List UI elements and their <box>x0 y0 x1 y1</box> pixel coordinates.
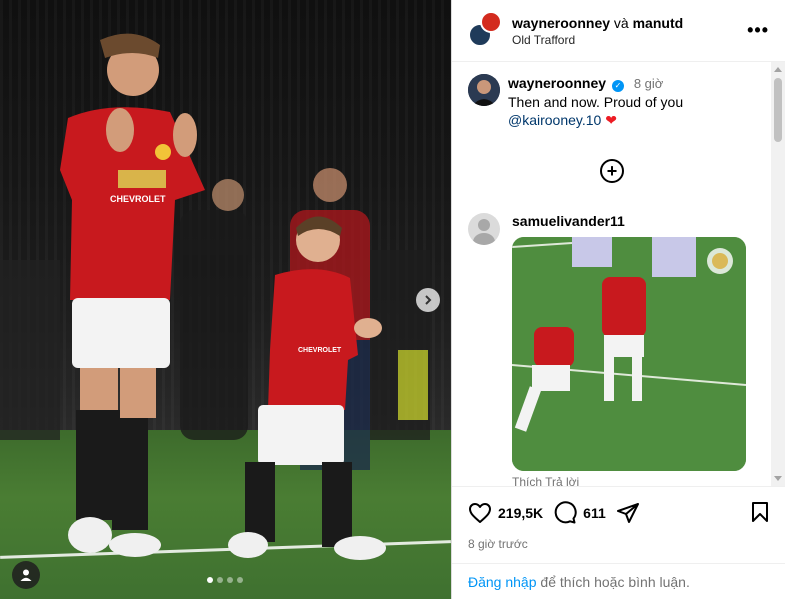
comment-icon <box>554 501 577 524</box>
verified-badge-icon: ✓ <box>611 80 624 92</box>
plus-circle-icon: + <box>606 161 618 181</box>
bookmark-icon <box>752 502 768 522</box>
user-tag-icon <box>20 569 32 581</box>
share-button[interactable] <box>616 501 640 525</box>
posted-time[interactable]: 8 giờ trước <box>468 537 770 551</box>
heart-emoji: ❤ <box>605 112 617 128</box>
more-options-button[interactable]: ••• <box>747 20 769 41</box>
like-count[interactable]: 219,5K <box>498 505 543 521</box>
comment-item: samuelivander11 Thích Trả lời <box>452 197 772 486</box>
scroll-down-icon[interactable] <box>774 476 782 481</box>
post-photo: CHEVROLET CHEVROLET <box>0 33 430 560</box>
carousel-dot <box>227 577 233 583</box>
post-caption: wayneroonney ✓ 8 giờ Then and now. Proud… <box>452 62 772 129</box>
tagged-users-button[interactable] <box>12 561 40 589</box>
post-actions: 219,5K 611 8 giờ trước <box>452 486 785 551</box>
more-horizontal-icon: ••• <box>747 20 769 40</box>
avatar[interactable] <box>468 74 500 106</box>
carousel-indicator <box>207 577 243 583</box>
comment-button[interactable]: 611 <box>553 501 606 525</box>
author-link[interactable]: manutd <box>633 15 684 31</box>
instagram-post-dialog: CHEVROLET CHEVROLET wayneroonney và manu… <box>0 0 785 599</box>
login-link[interactable]: Đăng nhập <box>468 574 537 590</box>
author-link[interactable]: wayneroonney <box>512 15 610 31</box>
comment-username[interactable]: samuelivander11 <box>512 213 746 229</box>
avatar-image <box>468 74 500 106</box>
post-side-panel: wayneroonney và manutd Old Trafford ••• <box>451 0 785 599</box>
post-authors: wayneroonney và manutd <box>512 15 683 31</box>
comment-meta[interactable]: Thích Trả lời <box>512 475 746 486</box>
save-button[interactable] <box>750 501 770 528</box>
share-icon <box>616 503 639 523</box>
scrollbar-thumb[interactable] <box>774 78 782 142</box>
load-more-comments: + <box>452 159 772 183</box>
comment-count[interactable]: 611 <box>583 505 606 521</box>
login-prompt: Đăng nhập để thích hoặc bình luận. <box>452 563 785 599</box>
avatar[interactable] <box>468 213 500 245</box>
carousel-dot <box>237 577 243 583</box>
carousel-next-button[interactable] <box>416 288 440 312</box>
gif-image <box>512 237 746 471</box>
comments-scrollbar[interactable] <box>771 62 785 486</box>
scroll-up-icon[interactable] <box>774 67 782 72</box>
collab-avatars[interactable] <box>468 10 502 47</box>
svg-text:CHEVROLET: CHEVROLET <box>110 194 166 204</box>
comments-list[interactable]: wayneroonney ✓ 8 giờ Then and now. Proud… <box>452 62 772 486</box>
carousel-dot <box>207 577 213 583</box>
caption-text: Then and now. Proud of you <box>508 94 684 110</box>
mention-link[interactable]: @kairooney.10 <box>508 112 601 128</box>
post-header: wayneroonney và manutd Old Trafford ••• <box>452 0 785 62</box>
chevron-right-icon <box>425 295 432 305</box>
load-more-comments-button[interactable]: + <box>600 159 624 183</box>
author-joiner: và <box>613 14 629 31</box>
post-media[interactable]: CHEVROLET CHEVROLET <box>0 0 451 599</box>
svg-text:CHEVROLET: CHEVROLET <box>298 347 342 354</box>
comment-gif[interactable] <box>512 237 746 471</box>
location-link[interactable]: Old Trafford <box>512 33 683 47</box>
login-prompt-text: để thích hoặc bình luận. <box>536 574 690 590</box>
carousel-dot <box>217 577 223 583</box>
avatar[interactable] <box>480 10 502 33</box>
heart-icon <box>469 503 491 523</box>
like-button[interactable]: 219,5K <box>468 501 543 525</box>
caption-username[interactable]: wayneroonney <box>508 75 606 91</box>
caption-time[interactable]: 8 giờ <box>634 76 664 91</box>
